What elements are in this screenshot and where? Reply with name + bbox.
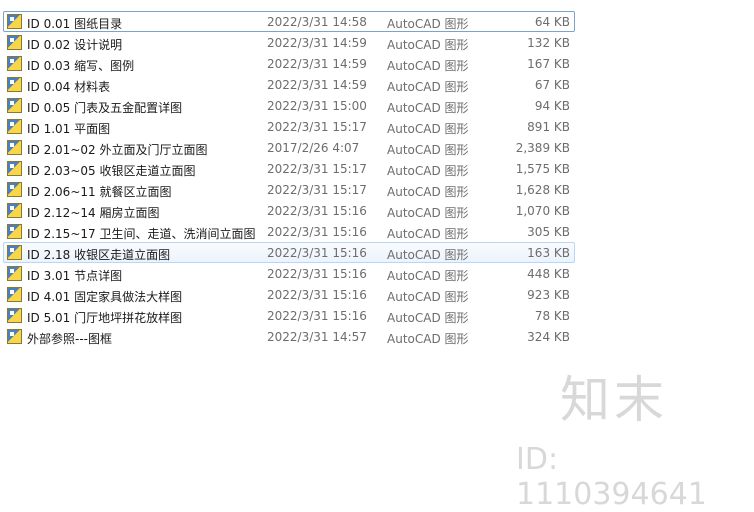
file-size: 324 KB (527, 330, 570, 344)
file-type: AutoCAD 图形 (387, 122, 469, 136)
autocad-file-icon (7, 161, 22, 176)
file-type: AutoCAD 图形 (387, 311, 469, 325)
file-row[interactable]: ID 2.15~17 卫生间、走道、洗消间立面图 2022/3/31 15:16… (3, 221, 575, 242)
file-name: ID 2.06~11 就餐区立面图 (27, 185, 172, 199)
file-name: ID 0.01 图纸目录 (27, 17, 123, 31)
file-date: 2022/3/31 15:16 (267, 246, 367, 260)
file-row[interactable]: ID 3.01 节点详图 2022/3/31 15:16 AutoCAD 图形 … (3, 263, 575, 284)
file-row[interactable]: ID 2.06~11 就餐区立面图 2022/3/31 15:17 AutoCA… (3, 179, 575, 200)
autocad-file-icon (7, 203, 22, 218)
file-name: ID 2.18 收银区走道立面图 (27, 248, 171, 262)
autocad-file-icon (7, 35, 22, 50)
file-row[interactable]: ID 0.01 图纸目录 2022/3/31 14:58 AutoCAD 图形 … (3, 11, 575, 32)
file-row[interactable]: ID 1.01 平面图 2022/3/31 15:17 AutoCAD 图形 8… (3, 116, 575, 137)
autocad-file-icon (7, 14, 22, 29)
file-row[interactable]: ID 2.03~05 收银区走道立面图 2022/3/31 15:17 Auto… (3, 158, 575, 179)
autocad-file-icon (7, 329, 22, 344)
file-date: 2022/3/31 15:17 (267, 183, 367, 197)
file-size: 923 KB (527, 288, 570, 302)
file-size: 163 KB (527, 246, 570, 260)
file-row[interactable]: 外部参照---图框 2022/3/31 14:57 AutoCAD 图形 324… (3, 326, 575, 347)
file-name: ID 2.15~17 卫生间、走道、洗消间立面图 (27, 227, 256, 241)
file-row[interactable]: ID 0.02 设计说明 2022/3/31 14:59 AutoCAD 图形 … (3, 32, 575, 53)
file-date: 2022/3/31 15:16 (267, 288, 367, 302)
file-date: 2022/3/31 15:16 (267, 204, 367, 218)
autocad-file-icon (7, 287, 22, 302)
file-date: 2022/3/31 15:16 (267, 267, 367, 281)
file-type: AutoCAD 图形 (387, 332, 469, 346)
autocad-file-icon (7, 140, 22, 155)
file-size: 132 KB (527, 36, 570, 50)
file-name: ID 1.01 平面图 (27, 122, 111, 136)
file-size: 94 KB (534, 99, 570, 113)
file-name: ID 4.01 固定家具做法大样图 (27, 290, 183, 304)
file-row[interactable]: ID 4.01 固定家具做法大样图 2022/3/31 15:16 AutoCA… (3, 284, 575, 305)
file-size: 1,628 KB (515, 183, 570, 197)
file-row[interactable]: ID 2.12~14 厢房立面图 2022/3/31 15:16 AutoCAD… (3, 200, 575, 221)
file-name: ID 2.12~14 厢房立面图 (27, 206, 160, 220)
autocad-file-icon (7, 182, 22, 197)
file-size: 305 KB (527, 225, 570, 239)
file-size: 1,070 KB (515, 204, 570, 218)
file-date: 2017/2/26 4:07 (267, 141, 360, 155)
file-row[interactable]: ID 0.05 门表及五金配置详图 2022/3/31 15:00 AutoCA… (3, 95, 575, 116)
file-size: 2,389 KB (515, 141, 570, 155)
autocad-file-icon (7, 266, 22, 281)
autocad-file-icon (7, 98, 22, 113)
autocad-file-icon (7, 224, 22, 239)
file-row[interactable]: ID 0.04 材料表 2022/3/31 14:59 AutoCAD 图形 6… (3, 74, 575, 95)
file-date: 2022/3/31 14:57 (267, 330, 367, 344)
file-type: AutoCAD 图形 (387, 59, 469, 73)
file-name: ID 0.03 缩写、图例 (27, 59, 135, 73)
file-size: 64 KB (534, 15, 570, 29)
file-type: AutoCAD 图形 (387, 80, 469, 94)
file-date: 2022/3/31 14:58 (267, 15, 367, 29)
file-name: ID 0.02 设计说明 (27, 38, 123, 52)
file-list: ID 0.01 图纸目录 2022/3/31 14:58 AutoCAD 图形 … (3, 11, 575, 347)
autocad-file-icon (7, 119, 22, 134)
file-type: AutoCAD 图形 (387, 227, 469, 241)
autocad-file-icon (7, 308, 22, 323)
file-size: 167 KB (527, 57, 570, 71)
file-type: AutoCAD 图形 (387, 290, 469, 304)
file-name: ID 2.03~05 收银区走道立面图 (27, 164, 196, 178)
file-date: 2022/3/31 15:16 (267, 225, 367, 239)
file-type: AutoCAD 图形 (387, 269, 469, 283)
file-date: 2022/3/31 15:17 (267, 120, 367, 134)
file-date: 2022/3/31 15:16 (267, 309, 367, 323)
file-row[interactable]: ID 5.01 门厅地坪拼花放样图 2022/3/31 15:16 AutoCA… (3, 305, 575, 326)
file-name: ID 0.04 材料表 (27, 80, 111, 94)
file-date: 2022/3/31 15:17 (267, 162, 367, 176)
file-name: ID 0.05 门表及五金配置详图 (27, 101, 183, 115)
file-type: AutoCAD 图形 (387, 143, 469, 157)
file-date: 2022/3/31 15:00 (267, 99, 367, 113)
file-date: 2022/3/31 14:59 (267, 78, 367, 92)
file-row[interactable]: ID 2.18 收银区走道立面图 2022/3/31 15:16 AutoCAD… (3, 242, 575, 263)
file-size: 78 KB (534, 309, 570, 323)
file-type: AutoCAD 图形 (387, 101, 469, 115)
watermark-logo: 知末 (560, 371, 668, 429)
autocad-file-icon (7, 245, 22, 260)
file-size: 891 KB (527, 120, 570, 134)
file-size: 448 KB (527, 267, 570, 281)
file-type: AutoCAD 图形 (387, 206, 469, 220)
file-size: 1,575 KB (515, 162, 570, 176)
file-type: AutoCAD 图形 (387, 17, 469, 31)
watermark-id: ID: 1110394641 (516, 442, 707, 512)
file-name: ID 3.01 节点详图 (27, 269, 123, 283)
file-type: AutoCAD 图形 (387, 248, 469, 262)
file-row[interactable]: ID 0.03 缩写、图例 2022/3/31 14:59 AutoCAD 图形… (3, 53, 575, 74)
file-type: AutoCAD 图形 (387, 164, 469, 178)
file-date: 2022/3/31 14:59 (267, 57, 367, 71)
file-name: 外部参照---图框 (27, 332, 112, 346)
file-row[interactable]: ID 2.01~02 外立面及门厅立面图 2017/2/26 4:07 Auto… (3, 137, 575, 158)
file-size: 67 KB (534, 78, 570, 92)
autocad-file-icon (7, 56, 22, 71)
file-type: AutoCAD 图形 (387, 185, 469, 199)
file-date: 2022/3/31 14:59 (267, 36, 367, 50)
file-type: AutoCAD 图形 (387, 38, 469, 52)
file-name: ID 2.01~02 外立面及门厅立面图 (27, 143, 208, 157)
file-name: ID 5.01 门厅地坪拼花放样图 (27, 311, 183, 325)
autocad-file-icon (7, 77, 22, 92)
